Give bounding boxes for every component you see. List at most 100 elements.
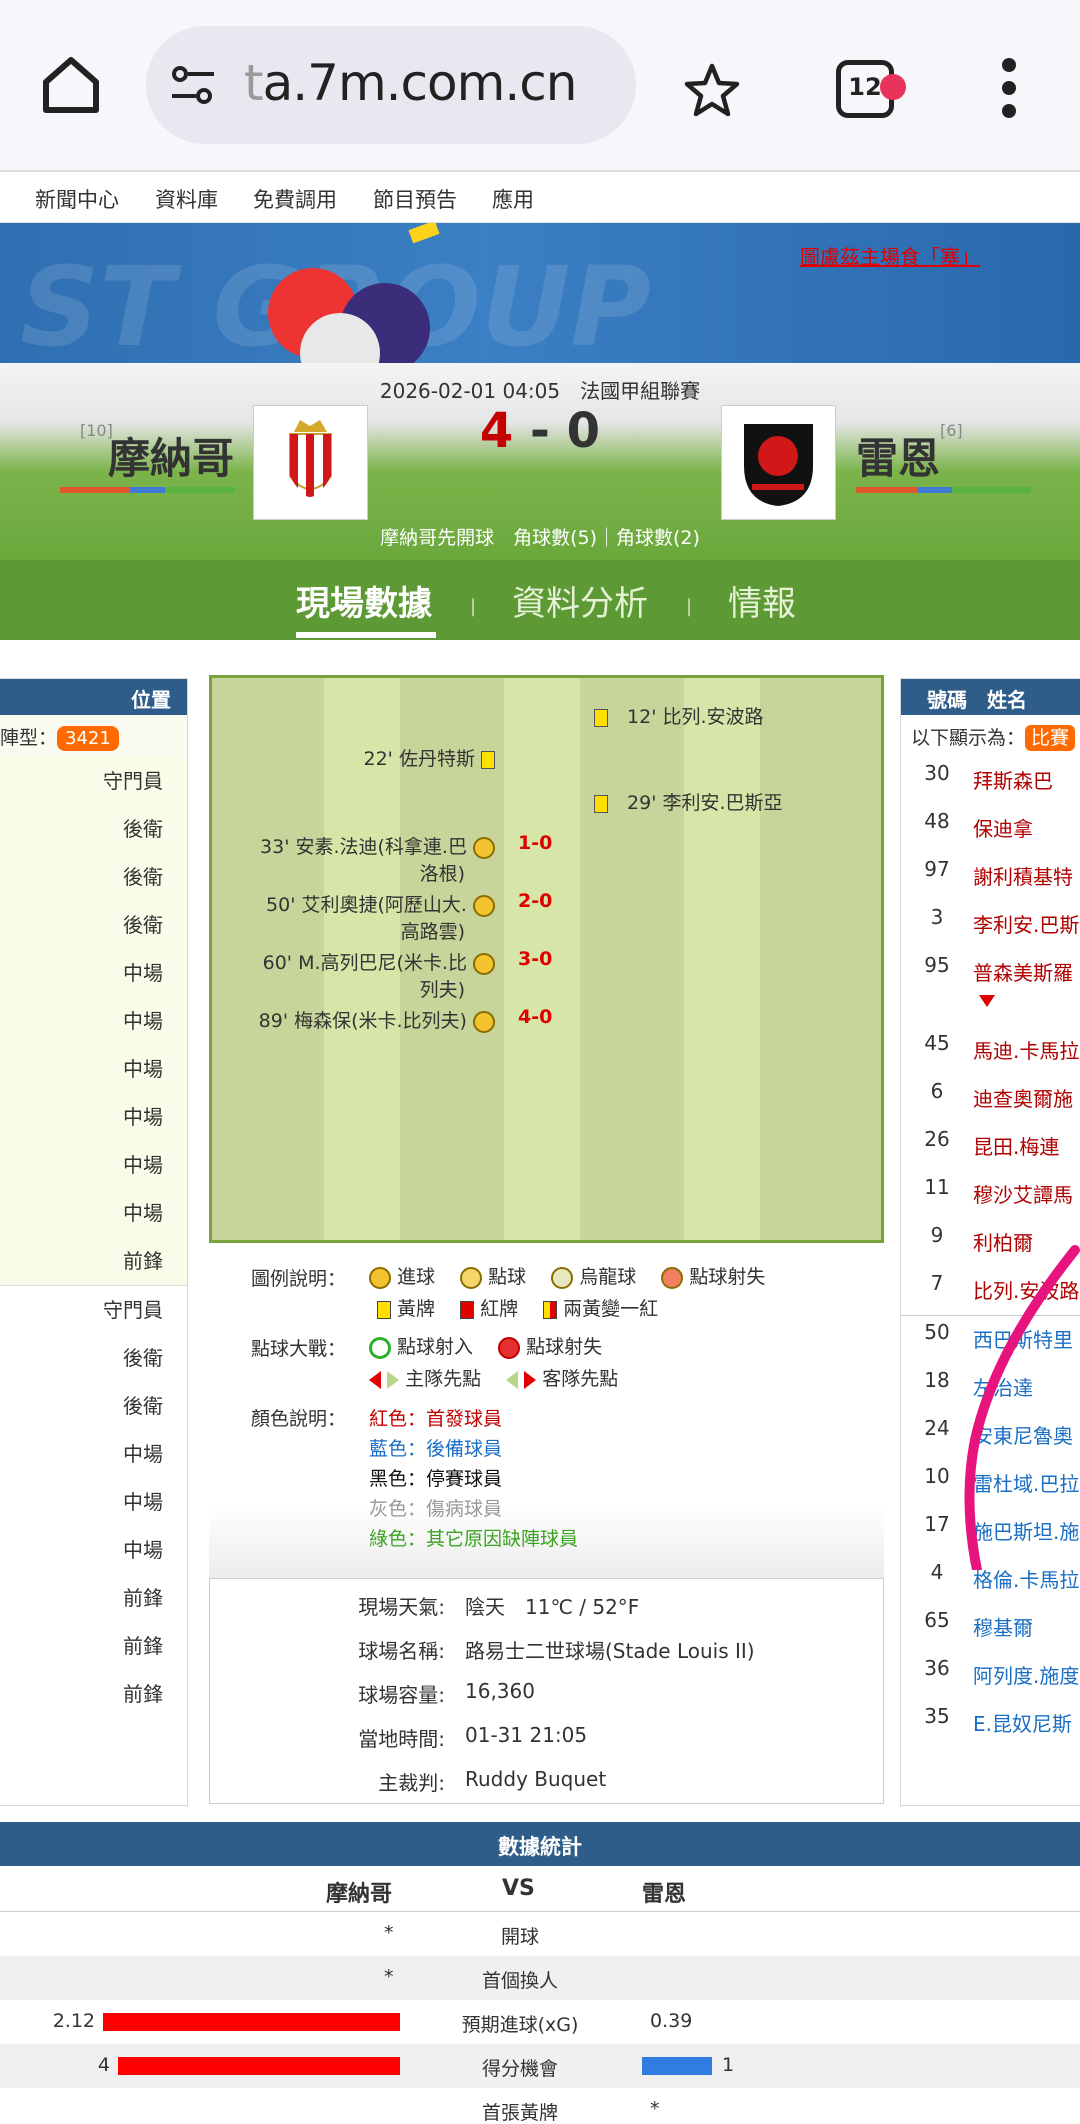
player-number: 35 <box>924 1704 950 1728</box>
nav-database[interactable]: 資料庫 <box>155 184 218 214</box>
player-name[interactable]: E.昆奴尼斯 <box>973 1708 1072 1737</box>
goal-event: 89' 梅森保(米卡.比列夫) <box>259 1006 495 1033</box>
away-team-logo[interactable] <box>721 405 836 520</box>
home-team-name[interactable]: 摩納哥 <box>108 425 234 486</box>
site-settings-icon[interactable] <box>168 60 218 110</box>
player-name[interactable]: 穆基爾 <box>973 1612 1033 1641</box>
lineup-position: 中場 <box>123 1490 163 1514</box>
rennes-crest-icon <box>744 424 813 506</box>
home-stat-value: 4 <box>97 2054 110 2076</box>
stats-row: 預期進球(xG) 2.12 0.39 <box>0 2000 1080 2044</box>
pen-missed-icon <box>498 1336 521 1359</box>
home-first-icon <box>369 1370 381 1389</box>
player-number: 65 <box>924 1608 950 1632</box>
subbed-off-icon <box>979 995 995 1007</box>
promo-banner[interactable]: ST GROUP 圖盧茲主場食「塞」 <box>0 223 1080 363</box>
lineup-player-row[interactable]: 35 E.昆奴尼斯 <box>901 1700 1080 1748</box>
lineup-player-row[interactable]: 26 昆田.梅連 <box>901 1123 1080 1171</box>
lineup-player-row[interactable]: 11 穆沙艾譚馬 <box>901 1171 1080 1219</box>
home-lineup-panel: 位置 陣型： 3421 守門員 後衛 後衛 後衛 中場 中場 中場 中場 中場 中場 前鋒 守門員 後衛… <box>0 678 188 1806</box>
lineup-position: 中場 <box>123 1057 163 1081</box>
lineup-position: 中場 <box>123 1153 163 1177</box>
bookmark-star-icon[interactable] <box>684 62 740 118</box>
player-name[interactable]: 阿列度.施度 <box>973 1660 1079 1689</box>
lineup-player-row[interactable]: 30 拜斯森巴 <box>901 757 1080 805</box>
goal-ball-icon <box>473 952 495 975</box>
formation-badge: 3421 <box>57 726 119 751</box>
player-name[interactable]: 穆沙艾譚馬 <box>973 1179 1073 1208</box>
home-stat-value: * <box>384 1966 394 1988</box>
away-stat-value: 1 <box>722 2054 735 2076</box>
stat-label: 得分機會 <box>481 2058 558 2080</box>
away-event-card: 12' 比列.安波路 <box>594 702 764 729</box>
lineup-position: 前鋒 <box>123 1682 163 1706</box>
player-name[interactable]: 保迪拿 <box>973 813 1033 842</box>
lineup-position: 後衛 <box>123 1346 163 1370</box>
player-number: 10 <box>924 1464 950 1488</box>
banner-deco <box>408 223 440 244</box>
lineup-position: 中場 <box>123 1201 163 1225</box>
lineup-player-row[interactable]: 36 阿列度.施度 <box>901 1652 1080 1700</box>
legend-title: 圖例說明： <box>251 1268 347 1290</box>
tab-separator: | <box>686 596 693 617</box>
player-name[interactable]: 馬迪.卡馬拉 <box>973 1035 1079 1064</box>
home-event-card: 22' 佐丹特斯 <box>364 744 495 771</box>
home-team-logo[interactable] <box>253 405 368 520</box>
lineup-player-row[interactable]: 48 保迪拿 <box>901 805 1080 853</box>
away-stat-bar <box>642 2057 712 2075</box>
player-number: 36 <box>924 1656 950 1680</box>
player-name[interactable]: 昆田.梅連 <box>973 1131 1059 1160</box>
match-tabs: 現場數據 | 資料分析 | 情報 <box>0 560 1080 640</box>
tab-live-data[interactable]: 現場數據 <box>296 576 432 625</box>
lineup-player-row[interactable]: 97 謝利積基特 <box>901 853 1080 901</box>
display-mode[interactable]: 以下顯示為： 比賽 <box>901 715 1080 757</box>
nav-free-api[interactable]: 免費調用 <box>253 184 337 214</box>
home-lineup-header: 位置 <box>0 679 187 715</box>
lineup-player-row[interactable]: 45 馬迪.卡馬拉 <box>901 1027 1080 1075</box>
site-nav: 新聞中心 資料庫 免費調用 節目預告 應用 <box>0 170 1080 223</box>
tab-intel[interactable]: 情報 <box>728 576 796 625</box>
lineup-player-row[interactable]: 95 普森美斯羅 <box>901 949 1080 1027</box>
nav-news[interactable]: 新聞中心 <box>35 184 119 214</box>
nav-schedule[interactable]: 節目預告 <box>373 184 457 214</box>
lineup-position: 中場 <box>123 1538 163 1562</box>
home-stat-bar <box>118 2057 400 2075</box>
page-root: { "browser": { "url_faded": "t", "url_ma… <box>0 0 1080 2124</box>
headline-link[interactable]: 圖盧茲主場食「塞」 <box>800 241 980 270</box>
player-name[interactable]: 普森美斯羅 <box>973 957 1073 986</box>
player-number: 4 <box>930 1560 944 1584</box>
goal-event: 50' 艾利奧捷(阿歷山大. 高路雲) <box>266 890 495 944</box>
capacity-row: 球場容量: 16,360 <box>358 1679 535 1707</box>
lineup-player-row[interactable]: 3 李利安.巴斯 <box>901 901 1080 949</box>
away-team-name[interactable]: 雷恩 <box>856 425 940 486</box>
tab-analysis[interactable]: 資料分析 <box>512 576 648 625</box>
nav-apps[interactable]: 應用 <box>492 184 534 214</box>
shootout-row: 點球射入 點球射失 <box>369 1332 602 1359</box>
away-event-card: 29' 李利安.巴斯亞 <box>594 788 783 815</box>
more-menu-icon[interactable] <box>994 58 1024 118</box>
home-icon[interactable] <box>38 52 104 118</box>
player-name[interactable]: 謝利積基特 <box>973 861 1073 890</box>
monaco-crest-icon <box>289 420 332 497</box>
home-subs-list: 守門員 後衛 後衛 中場 中場 中場 前鋒 前鋒 前鋒 <box>0 1285 187 1718</box>
away-stat-value: 0.39 <box>650 2010 693 2032</box>
address-bar[interactable]: ta.7m.com.cn <box>146 26 636 144</box>
player-name[interactable]: 李利安.巴斯 <box>973 909 1079 938</box>
stats-row: 首個換人 * <box>0 1956 1080 2000</box>
player-name[interactable]: 拜斯森巴 <box>973 765 1053 794</box>
stadium-row: 球場名稱: 路易士二世球場(Stade Louis II) <box>358 1639 755 1663</box>
lineup-player-row[interactable]: 6 迪查奧爾施 <box>901 1075 1080 1123</box>
away-form-bar <box>856 487 1031 493</box>
home-stat-bar <box>103 2013 400 2031</box>
lineup-player-row[interactable]: 65 穆基爾 <box>901 1604 1080 1652</box>
color-black-desc: 黑色：停賽球員 <box>369 1468 503 1490</box>
player-number: 45 <box>924 1031 950 1055</box>
player-name[interactable]: 迪查奧爾施 <box>973 1083 1073 1112</box>
away-rank: [6] <box>940 421 963 440</box>
pitch-stripe <box>684 678 760 1240</box>
away-lineup-header: 號碼 姓名 <box>901 679 1080 715</box>
lineup-position: 中場 <box>123 961 163 985</box>
local-time-row: 當地時間: 01-31 21:05 <box>358 1723 588 1751</box>
stat-label: 預期進球(xG) <box>461 2014 579 2036</box>
finger-stroke-mark <box>964 1245 1080 1570</box>
